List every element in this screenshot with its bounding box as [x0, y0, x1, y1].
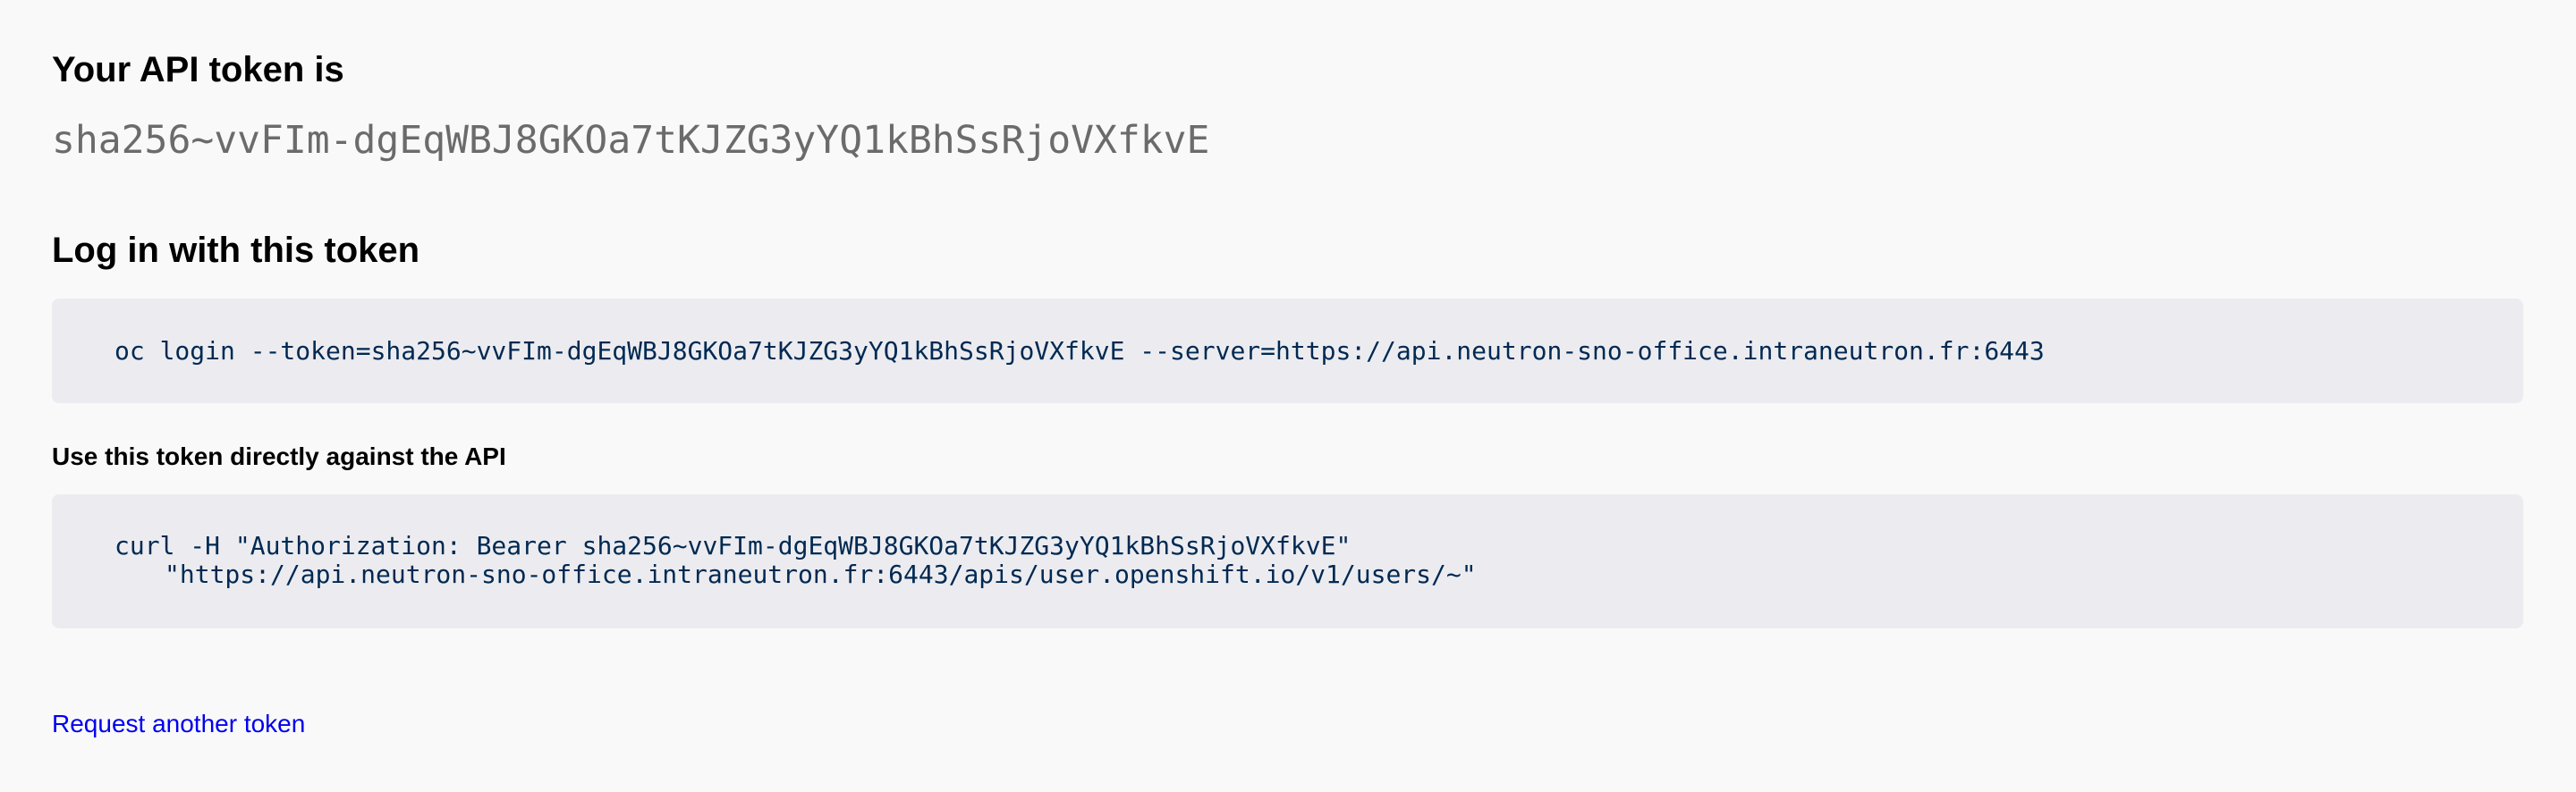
- curl-command-line-1: curl -H "Authorization: Bearer sha256~vv…: [114, 531, 1352, 560]
- token-heading: Your API token is: [52, 50, 344, 89]
- curl-command[interactable]: curl -H "Authorization: Bearer sha256~vv…: [52, 494, 2523, 628]
- curl-command-line-2: "https://api.neutron-sno-office.intraneu…: [165, 560, 1477, 589]
- login-heading: Log in with this token: [52, 231, 420, 270]
- api-usage-heading: Use this token directly against the API: [52, 442, 506, 470]
- request-another-token-link[interactable]: Request another token: [52, 709, 305, 739]
- oc-login-command[interactable]: oc login --token=sha256~vvFIm-dgEqWBJ8GK…: [52, 299, 2523, 403]
- token-display-page: Your API token is sha256~vvFIm-dgEqWBJ8G…: [0, 0, 2576, 792]
- api-token-value[interactable]: sha256~vvFIm-dgEqWBJ8GKOa7tKJZG3yYQ1kBhS…: [52, 118, 1209, 163]
- oc-login-command-text: oc login --token=sha256~vvFIm-dgEqWBJ8GK…: [114, 336, 2045, 366]
